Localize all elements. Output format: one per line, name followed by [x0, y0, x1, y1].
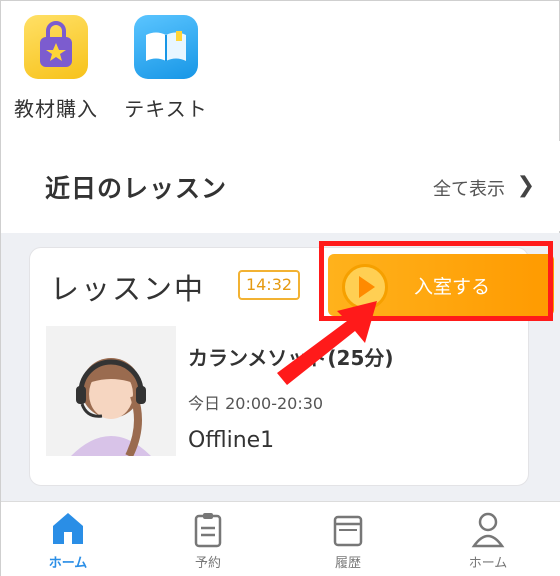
tab-reservation[interactable]: 予約	[153, 510, 263, 571]
show-all-link[interactable]: 全て表示	[433, 175, 505, 201]
tab-label: 予約	[194, 556, 221, 571]
tab-label: ホーム	[48, 556, 88, 571]
lesson-time: 今日 20:00-20:30	[188, 394, 324, 413]
teacher-avatar	[46, 326, 176, 456]
book-stack-icon	[293, 510, 403, 548]
arrow-pointer-icon	[277, 301, 377, 385]
upcoming-lessons-header: 近日のレッスン 全て表示 ❯	[1, 141, 560, 231]
shortcut-label: テキスト	[124, 97, 208, 121]
clipboard-icon	[153, 510, 263, 548]
tab-home[interactable]: ホーム	[13, 510, 123, 571]
section-title: 近日のレッスン	[45, 174, 228, 203]
shortcut-text[interactable]: テキスト	[111, 15, 221, 122]
home-icon	[13, 510, 123, 548]
lesson-status: レッスン中	[50, 272, 206, 306]
tab-history[interactable]: 履歴	[293, 510, 403, 571]
bottom-tab-bar: ホーム 予約 履歴 ホーム	[1, 501, 560, 576]
tab-label: ホーム	[468, 556, 508, 571]
app-frame: 教材購入 テキスト 近日のレッスン 全て表示 ❯ レッスン中 14:32 入室す…	[0, 0, 560, 576]
lesson-room: Offline1	[188, 428, 275, 453]
chevron-right-icon[interactable]: ❯	[517, 173, 535, 198]
book-icon	[134, 15, 198, 79]
person-icon	[433, 510, 543, 548]
tab-profile[interactable]: ホーム	[433, 510, 543, 571]
shopping-bag-icon	[24, 15, 88, 79]
shortcut-material-purchase[interactable]: 教材購入	[1, 15, 111, 122]
shortcut-label: 教材購入	[14, 97, 98, 121]
tab-label: 履歴	[334, 556, 361, 571]
